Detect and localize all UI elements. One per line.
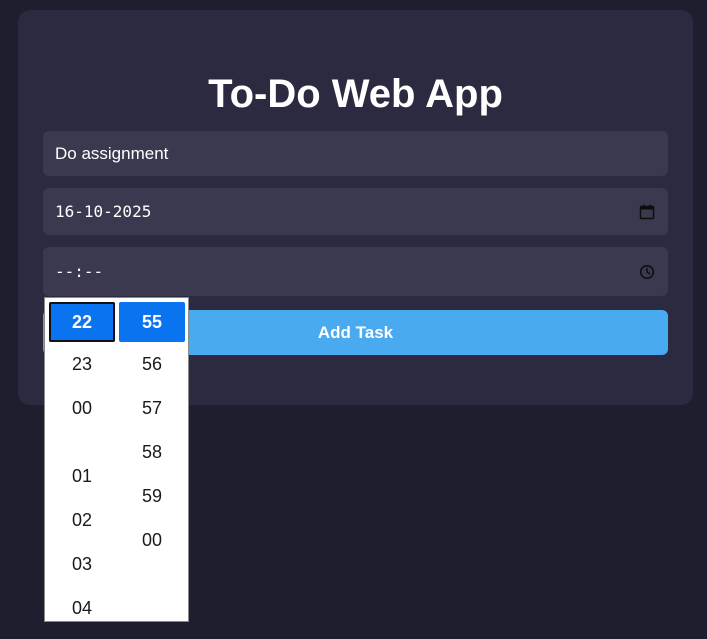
hour-option[interactable]: 01 (49, 456, 115, 496)
minute-option-selected[interactable]: 55 (119, 302, 185, 342)
hour-option[interactable]: 00 (49, 388, 115, 428)
hour-option[interactable]: 04 (49, 588, 115, 621)
time-picker-dropdown: 22 23 00 01 02 03 04 55 56 57 58 59 00 (44, 297, 189, 622)
page-title: To-Do Web App (208, 72, 503, 116)
minute-option[interactable]: 57 (119, 388, 185, 428)
calendar-icon[interactable] (638, 203, 656, 221)
minute-option[interactable]: 56 (119, 344, 185, 384)
hour-option-selected[interactable]: 22 (49, 302, 115, 342)
hour-option[interactable]: 23 (49, 344, 115, 384)
clock-icon[interactable] (638, 263, 656, 281)
date-input[interactable]: 16-10-2025 (43, 188, 668, 235)
minute-option[interactable]: 58 (119, 432, 185, 472)
task-input[interactable]: Do assignment (43, 131, 668, 176)
minute-option[interactable]: 59 (119, 476, 185, 516)
task-input-value: Do assignment (55, 143, 169, 163)
minute-option[interactable]: 00 (119, 520, 185, 560)
hour-option[interactable]: 02 (49, 500, 115, 540)
hour-option[interactable]: 03 (49, 544, 115, 584)
date-input-value: 16-10-2025 (55, 202, 152, 221)
time-input[interactable]: --:-- (43, 247, 668, 296)
time-input-value: --:-- (55, 262, 104, 281)
